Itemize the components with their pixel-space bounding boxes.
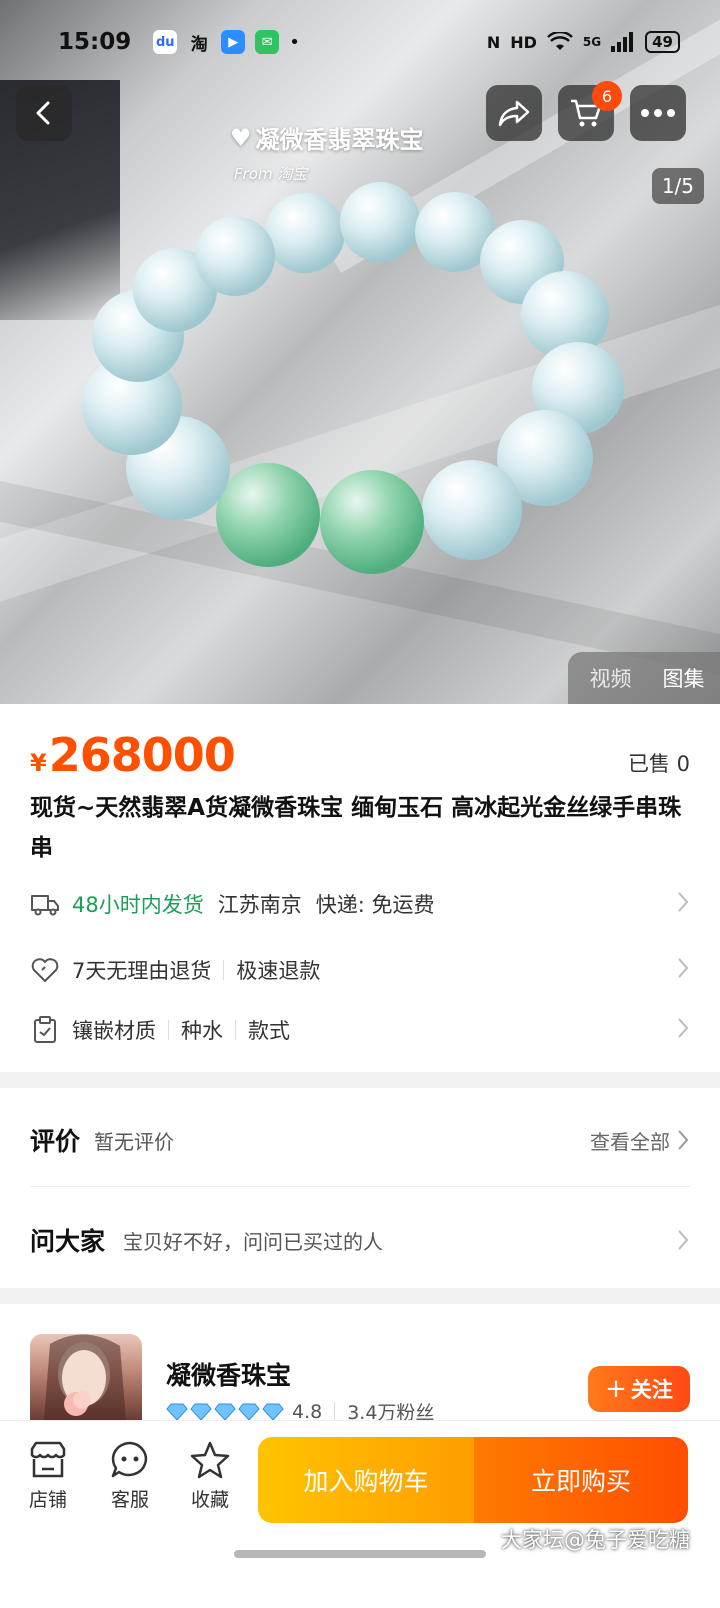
cart-button[interactable]: 6 xyxy=(558,81,622,141)
buy-now-button[interactable]: 立即购买 xyxy=(474,1437,688,1523)
divider xyxy=(168,1020,169,1040)
follow-label: 关注 xyxy=(630,1378,673,1402)
service-label: 客服 xyxy=(110,1489,149,1511)
status-indicators: N HD 5G 49 xyxy=(487,31,680,53)
return-policy-row[interactable]: 7天无理由退货 极速退款 xyxy=(30,950,690,990)
follow-button[interactable]: + 关注 xyxy=(588,1366,690,1412)
chevron-right-icon xyxy=(676,1016,690,1045)
truck-icon xyxy=(30,889,60,919)
shop-card[interactable]: 凝微香珠宝 4.8 3.4万粉丝 + 关注 xyxy=(0,1304,720,1424)
divider xyxy=(334,1401,336,1422)
watermark-title: 凝微香翡翠珠宝 xyxy=(255,126,424,154)
shop-name[interactable]: 凝微香珠宝 xyxy=(166,1356,291,1392)
ask-everyone-row[interactable]: 问大家 宝贝好不好，问问已买过的人 xyxy=(30,1220,690,1260)
back-button[interactable] xyxy=(16,85,72,141)
chevron-right-icon xyxy=(676,1228,690,1252)
tab-gallery[interactable]: 图集 xyxy=(663,663,705,693)
bottom-action-bar: 店铺 客服 收藏 加入购物车 立即购买 xyxy=(0,1420,720,1608)
shipping-row[interactable]: 48小时内发货 江苏南京 快递: 免运费 xyxy=(30,884,690,924)
chevron-left-icon xyxy=(36,101,50,125)
chevron-right-icon xyxy=(676,956,690,985)
star-icon xyxy=(190,1441,230,1479)
refund-policy: 极速退款 xyxy=(236,959,321,983)
hd-indicator: HD xyxy=(510,32,537,52)
divider xyxy=(223,960,225,980)
shop-avatar[interactable] xyxy=(30,1334,142,1420)
price-currency: ¥ xyxy=(30,749,47,777)
clipboard-icon xyxy=(30,1015,60,1045)
heart-icon: ♥ xyxy=(230,123,252,152)
image-page-indicator: 1/5 xyxy=(651,168,704,204)
cart-count-badge: 6 xyxy=(592,81,622,111)
chat-bubble-icon xyxy=(111,1441,148,1478)
home-indicator[interactable] xyxy=(234,1550,486,1558)
baidu-icon: du xyxy=(153,30,178,54)
diamond-icon xyxy=(262,1403,284,1421)
signal-icon xyxy=(611,32,634,52)
ask-everyone-title: 问大家 xyxy=(30,1227,106,1256)
share-icon xyxy=(498,100,530,127)
reviews-row[interactable]: 评价 暂无评价 查看全部 xyxy=(30,1120,690,1160)
ask-everyone-subtitle: 宝贝好不好，问问已买过的人 xyxy=(123,1229,384,1254)
reviews-empty-text: 暂无评价 xyxy=(94,1129,175,1154)
product-image-gallery[interactable]: 15:09 du 淘 ▶ ✉ • N HD 5G 49 ♥ 凝微香翡翠珠宝 Fr… xyxy=(0,0,720,720)
return-policy: 7天无理由退货 xyxy=(72,959,212,983)
status-app-icons: du 淘 ▶ ✉ • xyxy=(153,30,300,55)
product-info-card: ¥ 268000 已售 0 现货~天然翡翠A货凝微香珠宝 缅甸玉石 高冰起光金丝… xyxy=(0,704,720,1072)
chevron-right-icon xyxy=(676,890,690,919)
customer-service-button[interactable]: 客服 xyxy=(100,1441,160,1512)
media-tab-switcher: 视频 图集 xyxy=(568,652,720,704)
shop-rating-diamonds xyxy=(166,1403,284,1421)
divider xyxy=(235,1020,236,1040)
chevron-right-icon xyxy=(678,1130,689,1150)
diamond-icon xyxy=(214,1403,236,1421)
plus-icon: + xyxy=(605,1374,627,1404)
add-to-cart-button[interactable]: 加入购物车 xyxy=(258,1437,474,1523)
diamond-icon xyxy=(190,1403,212,1421)
view-all-label: 查看全部 xyxy=(590,1129,670,1154)
more-options-button[interactable] xyxy=(630,85,686,141)
shop-watermark: ♥ 凝微香翡翠珠宝 From 淘宝 xyxy=(230,120,424,184)
reviews-card: 评价 暂无评价 查看全部 问大家 宝贝好不好，问问已买过的人 xyxy=(0,1088,720,1288)
forum-watermark: 大家坛@兔子爱吃糖 xyxy=(501,1528,690,1552)
favorite-button[interactable]: 收藏 xyxy=(180,1441,240,1512)
status-time: 15:09 xyxy=(58,29,132,55)
more-dots-icon xyxy=(641,109,675,117)
battery-indicator: 49 xyxy=(645,31,680,53)
store-button[interactable]: 店铺 xyxy=(18,1441,78,1512)
sold-count: 已售 0 xyxy=(627,752,690,776)
diamond-icon xyxy=(238,1403,260,1421)
nfc-icon: N xyxy=(486,32,501,52)
specs-row[interactable]: 镶嵌材质 种水 款式 xyxy=(30,1010,690,1050)
status-bar: 15:09 du 淘 ▶ ✉ • N HD 5G 49 xyxy=(0,0,720,84)
divider xyxy=(30,1186,690,1187)
more-notifications-dot-icon: • xyxy=(289,31,300,53)
tab-video[interactable]: 视频 xyxy=(590,663,632,693)
ship-origin: 江苏南京 xyxy=(217,893,302,917)
store-icon xyxy=(30,1441,66,1478)
spec-setting-material: 镶嵌材质 xyxy=(72,1019,156,1043)
wifi-icon xyxy=(547,32,573,50)
store-label: 店铺 xyxy=(28,1489,67,1511)
reviews-title: 评价 xyxy=(30,1127,81,1156)
ship-courier: 快递: 免运费 xyxy=(315,893,435,917)
price-value: 268000 xyxy=(48,728,236,782)
share-button[interactable] xyxy=(486,85,542,141)
spec-style: 款式 xyxy=(248,1019,290,1043)
ship-time: 48小时内发货 xyxy=(72,893,204,917)
spec-quality: 种水 xyxy=(181,1019,223,1043)
video-app-icon: ▶ xyxy=(221,30,246,54)
bracelet-beads xyxy=(82,182,624,574)
message-app-icon: ✉ xyxy=(255,30,280,54)
watermark-source: From 淘宝 xyxy=(234,165,308,183)
product-title: 现货~天然翡翠A货凝微香珠宝 缅甸玉石 高冰起光金丝绿手串珠串 xyxy=(30,795,682,861)
view-all-reviews-link[interactable]: 查看全部 xyxy=(590,1126,690,1155)
taobao-icon: 淘 xyxy=(190,34,208,55)
network-type: 5G xyxy=(582,35,602,49)
diamond-icon xyxy=(166,1403,188,1421)
favorite-label: 收藏 xyxy=(190,1489,229,1511)
heart-shield-icon xyxy=(30,955,60,985)
price-row: ¥ 268000 已售 0 xyxy=(30,728,690,782)
